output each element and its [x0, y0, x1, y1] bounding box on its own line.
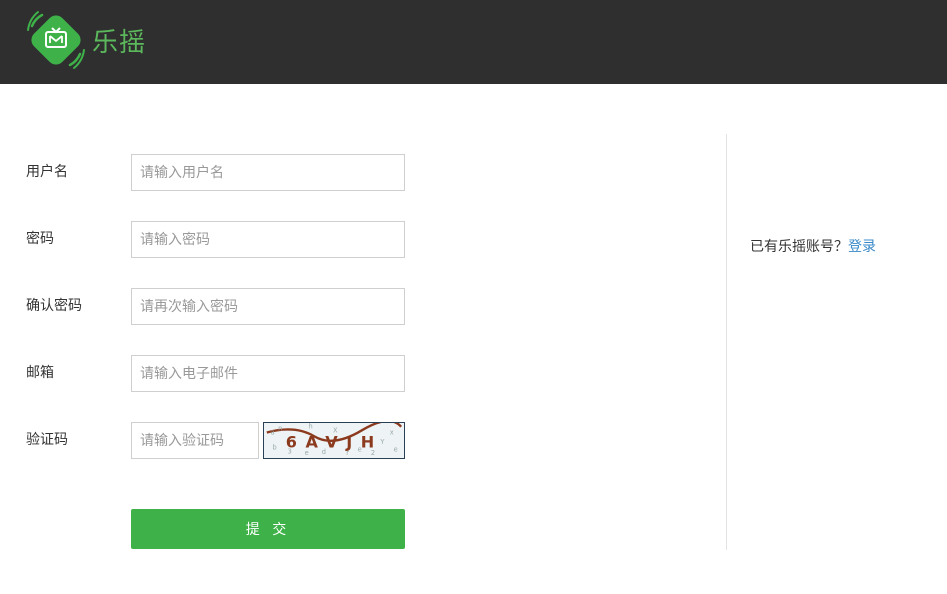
captcha-label: 验证码 [26, 432, 68, 448]
svg-text:n: n [278, 425, 282, 433]
email-label: 邮箱 [26, 365, 54, 381]
login-question: 已有乐摇账号？ [750, 239, 848, 255]
svg-text:x: x [390, 428, 394, 436]
captcha-input[interactable] [131, 422, 259, 459]
svg-text:e: e [394, 445, 398, 453]
password-label: 密码 [26, 231, 54, 247]
svg-text:a: a [271, 428, 275, 436]
submit-button[interactable]: 提 交 [131, 509, 405, 549]
login-link[interactable]: 登录 [848, 239, 876, 255]
email-input[interactable] [131, 355, 405, 392]
svg-text:h: h [308, 423, 312, 431]
svg-text:b: b [273, 443, 277, 451]
top-header: 乐摇 [0, 0, 947, 84]
vertical-divider [726, 134, 727, 550]
username-label: 用户名 [26, 164, 68, 180]
confirm-password-input[interactable] [131, 288, 405, 325]
tv-logo-icon [27, 11, 85, 69]
brand-name: 乐摇 [92, 27, 147, 58]
captcha-text: 6AVJH [286, 433, 383, 452]
brand-logo[interactable]: 乐摇 [26, 10, 146, 70]
password-input[interactable] [131, 221, 405, 258]
confirm-password-label: 确认密码 [26, 298, 82, 314]
login-prompt: 已有乐摇账号？登录 [750, 236, 876, 256]
captcha-image[interactable]: anh XeY b3d r 2x ee 6AVJH [263, 422, 405, 459]
username-input[interactable] [131, 154, 405, 191]
